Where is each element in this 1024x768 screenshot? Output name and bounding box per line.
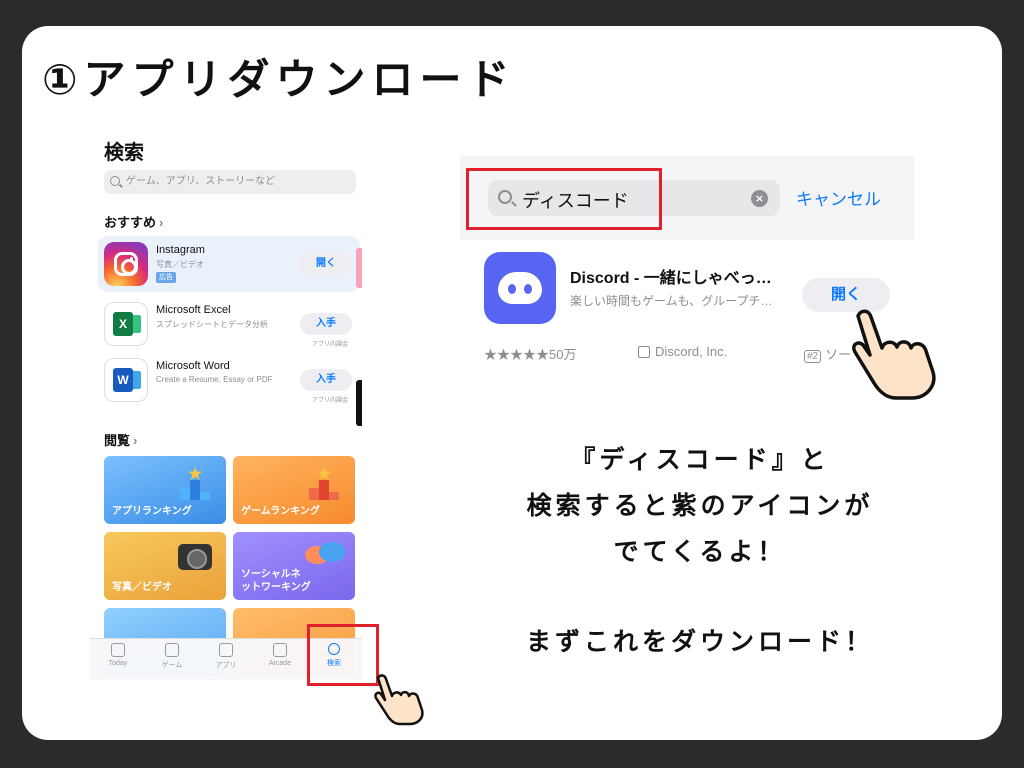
tab-arcade[interactable]: Arcade bbox=[258, 643, 302, 667]
caption-line-2: 検索すると紫のアイコンが bbox=[526, 491, 874, 520]
next-card-edge bbox=[356, 380, 362, 426]
tile-label-line2: ットワーキング bbox=[241, 582, 311, 593]
tab-label: Arcade bbox=[268, 660, 292, 667]
joystick-icon bbox=[273, 643, 287, 657]
app-row-instagram[interactable]: Instagram 写真／ビデオ 広告 開く bbox=[98, 236, 360, 292]
person-icon bbox=[638, 346, 650, 358]
instagram-icon bbox=[104, 242, 148, 286]
tab-apps[interactable]: アプリ bbox=[204, 643, 248, 670]
tab-label: ゲーム bbox=[161, 662, 183, 669]
developer-name: Discord, Inc. bbox=[655, 344, 728, 359]
word-icon: W bbox=[104, 358, 148, 402]
discord-icon bbox=[484, 252, 556, 324]
app-store-search-screen: 検索 ゲーム、アプリ、ストーリーなど おすすめ › Instagram 写真／ビデ… bbox=[90, 128, 362, 680]
tile-photo-video[interactable]: 写真／ビデオ bbox=[104, 532, 226, 600]
search-icon bbox=[110, 176, 120, 186]
tab-games[interactable]: ゲーム bbox=[150, 643, 194, 670]
clear-icon[interactable]: × bbox=[751, 190, 768, 207]
tile-social-networking[interactable]: ソーシャルネ ットワーキング bbox=[233, 532, 355, 600]
today-icon bbox=[111, 643, 125, 657]
app-subtitle: スプレッドシートとデータ分析 bbox=[156, 320, 268, 329]
next-card-edge bbox=[356, 248, 362, 288]
caption-line-1: 『ディスコード』と bbox=[570, 445, 830, 474]
recommend-header-label: おすすめ bbox=[104, 215, 157, 230]
app-subtitle: 楽しい時間もゲームも、グループチ… bbox=[570, 294, 773, 308]
in-app-purchase-note: アプリ内課金 bbox=[311, 398, 348, 404]
page-title: 検索 bbox=[104, 142, 144, 164]
tab-label: アプリ bbox=[215, 662, 237, 669]
pointing-hand-icon bbox=[374, 674, 424, 726]
tile-label: ソーシャルネ ットワーキング bbox=[241, 568, 311, 594]
open-button[interactable]: 開く bbox=[300, 253, 352, 275]
tile-label: アプリランキング bbox=[112, 506, 192, 517]
caption-line-4: まずこれをダウンロード！ bbox=[525, 627, 874, 656]
tile-label-line1: ソーシャルネ bbox=[241, 569, 301, 580]
app-name: Microsoft Excel bbox=[156, 304, 231, 316]
recommend-header[interactable]: おすすめ › bbox=[104, 212, 163, 231]
app-subtitle: Create a Resume, Essay or PDF bbox=[156, 375, 273, 384]
chevron-right-icon: › bbox=[159, 215, 164, 230]
tile-game-ranking[interactable]: ★ ゲームランキング bbox=[233, 456, 355, 524]
app-subtitle: 写真／ビデオ bbox=[156, 260, 204, 269]
excel-icon: X bbox=[104, 302, 148, 346]
search-placeholder: ゲーム、アプリ、ストーリーなど bbox=[126, 176, 276, 187]
highlight-box-search-field bbox=[466, 168, 662, 230]
tile-label: ゲームランキング bbox=[241, 506, 320, 517]
search-input[interactable]: ゲーム、アプリ、ストーリーなど bbox=[104, 170, 356, 194]
highlight-box-search-tab bbox=[307, 624, 379, 686]
app-row-excel[interactable]: X Microsoft Excel スプレッドシートとデータ分析 入手 アプリ内… bbox=[98, 296, 360, 352]
developer: Discord, Inc. bbox=[638, 344, 727, 359]
tab-today[interactable]: Today bbox=[96, 643, 140, 667]
ad-badge: 広告 bbox=[156, 272, 176, 283]
chat-bubbles-icon bbox=[305, 542, 345, 572]
category-rank: #2 ソー bbox=[804, 344, 851, 363]
app-row-word[interactable]: W Microsoft Word Create a Resume, Essay … bbox=[98, 352, 360, 408]
get-button[interactable]: 入手 bbox=[300, 369, 352, 391]
trophy-icon: ★ bbox=[178, 464, 212, 500]
in-app-purchase-note: アプリ内課金 bbox=[311, 342, 348, 348]
browse-header-label: 閲覧 bbox=[104, 433, 131, 448]
rank-badge: #2 bbox=[804, 350, 822, 363]
app-name: Discord - 一緒にしゃべっ… bbox=[570, 270, 772, 287]
cancel-button[interactable]: キャンセル bbox=[796, 185, 881, 210]
stack-icon bbox=[219, 643, 233, 657]
caption-line-3: でてくるよ！ bbox=[613, 537, 787, 566]
rocket-icon bbox=[165, 643, 179, 657]
browse-header[interactable]: 閲覧 › bbox=[104, 430, 137, 449]
app-name: Instagram bbox=[156, 244, 205, 256]
slide-title: ①アプリダウンロード bbox=[42, 55, 516, 104]
tile-label: 写真／ビデオ bbox=[112, 582, 172, 593]
trophy-icon: ★ bbox=[307, 464, 341, 500]
camera-icon bbox=[178, 544, 212, 570]
chevron-right-icon: › bbox=[133, 433, 138, 448]
tab-label: Today bbox=[108, 660, 128, 667]
get-button[interactable]: 入手 bbox=[300, 313, 352, 335]
pointing-hand-icon bbox=[852, 309, 936, 400]
tile-app-ranking[interactable]: ★ アプリランキング bbox=[104, 456, 226, 524]
search-result-discord[interactable]: Discord - 一緒にしゃべっ… 楽しい時間もゲームも、グループチ… 開く … bbox=[460, 240, 914, 370]
rating: ★★★★★50万 bbox=[484, 347, 577, 362]
app-name: Microsoft Word bbox=[156, 360, 230, 372]
